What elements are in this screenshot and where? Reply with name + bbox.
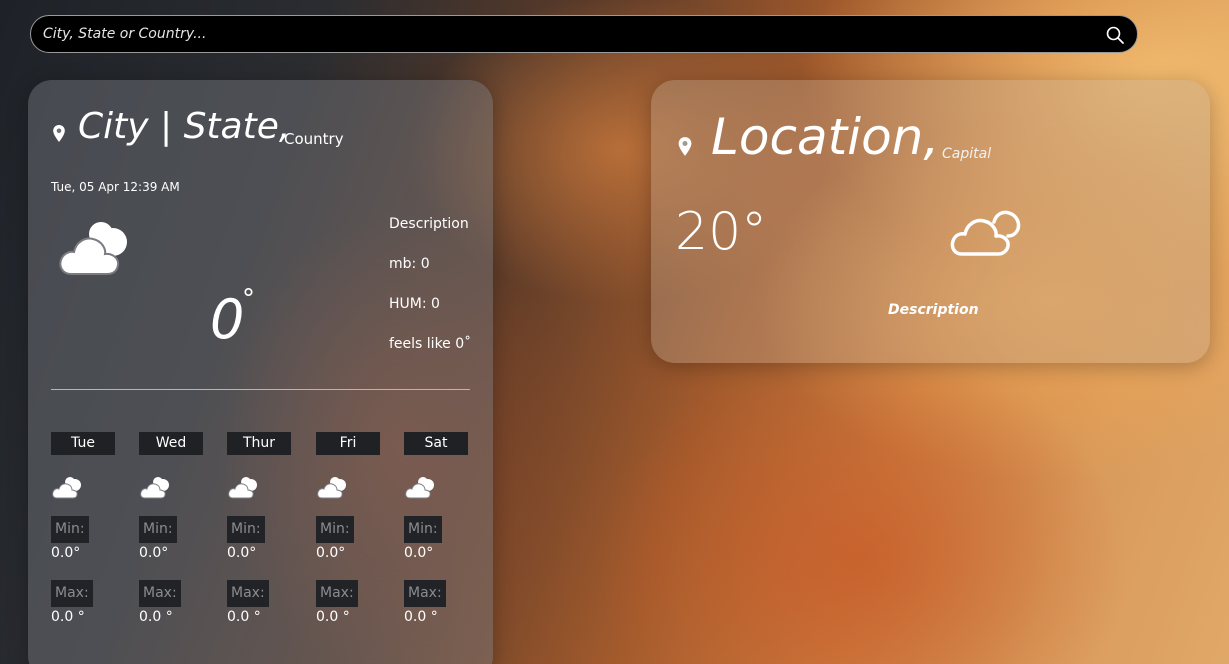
forecast-day-label: Wed — [139, 432, 203, 455]
location-pin-icon — [678, 137, 692, 156]
weather-description: Description — [389, 216, 469, 232]
cloud-icon — [228, 477, 257, 499]
min-temperature: 0.0° — [227, 545, 257, 561]
capital-label: Capital — [942, 146, 992, 162]
cloud-outline-icon — [950, 210, 1021, 256]
divider — [51, 389, 470, 390]
humidity-value: HUM: 0 — [389, 296, 440, 312]
search-icon[interactable] — [1105, 25, 1125, 45]
max-label: Max: — [316, 580, 358, 607]
min-label: Min: — [139, 516, 177, 543]
forecast-day-label: Sat — [404, 432, 468, 455]
cloud-icon — [59, 222, 127, 275]
min-temperature: 0.0° — [139, 545, 169, 561]
feels-like-value: feels like 0˚ — [389, 336, 472, 352]
pressure-value: mb: 0 — [389, 256, 430, 272]
location-title: Location, — [711, 108, 940, 166]
min-temperature: 0.0° — [316, 545, 346, 561]
min-label: Min: — [316, 516, 354, 543]
location-pin-icon — [53, 125, 65, 142]
min-label: Min: — [51, 516, 89, 543]
cloud-icon — [52, 477, 81, 499]
location-temperature: 20° — [675, 202, 768, 262]
datetime-label: Tue, 05 Apr 12:39 AM — [51, 180, 180, 194]
search-input[interactable] — [43, 16, 1093, 52]
cloud-icon — [140, 477, 169, 499]
cloud-icon — [317, 477, 346, 499]
max-temperature: 0.0 ° — [51, 609, 85, 625]
search-bar — [30, 15, 1138, 53]
forecast-day-label: Fri — [316, 432, 380, 455]
min-label: Min: — [404, 516, 442, 543]
forecast-day-label: Thur — [227, 432, 291, 455]
max-temperature: 0.0 ° — [227, 609, 261, 625]
current-weather-card — [28, 80, 493, 664]
current-temperature: 0 — [210, 288, 245, 351]
max-temperature: 0.0 ° — [139, 609, 173, 625]
max-temperature: 0.0 ° — [316, 609, 350, 625]
cloud-icon — [405, 477, 434, 499]
max-label: Max: — [139, 580, 181, 607]
min-label: Min: — [227, 516, 265, 543]
country-label: Country — [284, 130, 344, 148]
location-description: Description — [888, 302, 979, 318]
max-label: Max: — [227, 580, 269, 607]
max-temperature: 0.0 ° — [404, 609, 438, 625]
max-label: Max: — [51, 580, 93, 607]
temperature-unit: ° — [242, 284, 255, 314]
forecast-day-label: Tue — [51, 432, 115, 455]
max-label: Max: — [404, 580, 446, 607]
city-state-title: City | State, — [78, 106, 291, 147]
min-temperature: 0.0° — [404, 545, 434, 561]
min-temperature: 0.0° — [51, 545, 81, 561]
